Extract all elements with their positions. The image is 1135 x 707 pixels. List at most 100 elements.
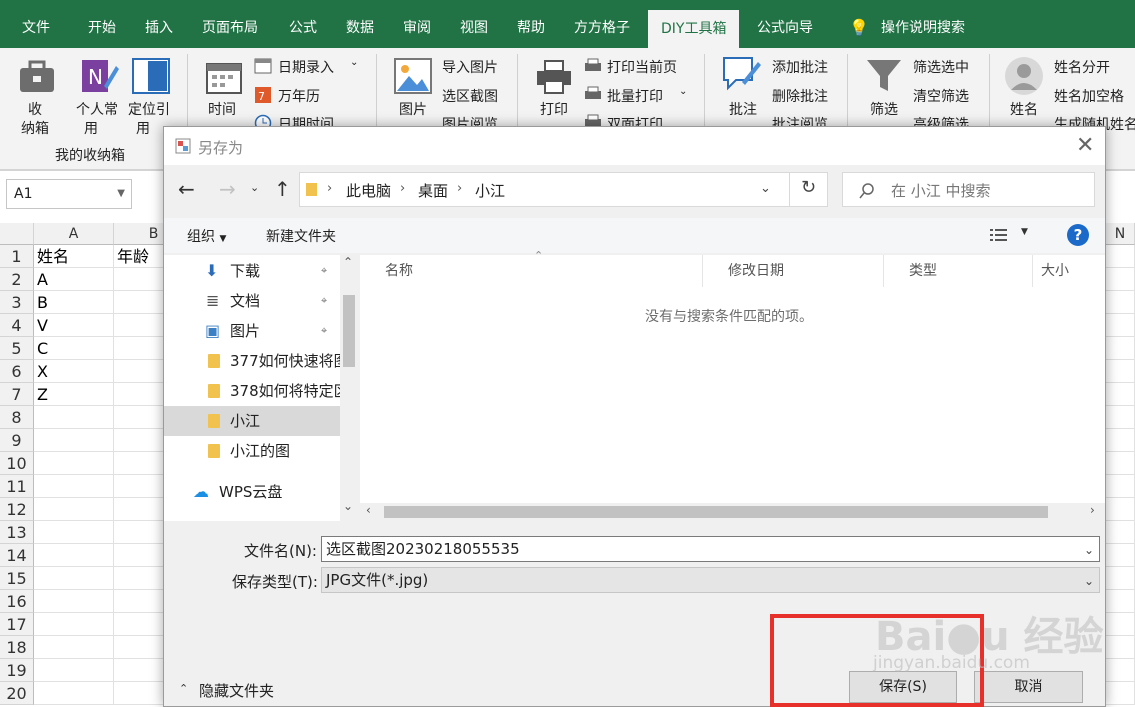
hide-folders-button[interactable]: 隐藏文件夹: [199, 680, 274, 701]
forward-arrow-icon[interactable]: →: [219, 177, 236, 201]
row-header[interactable]: 6: [0, 360, 34, 383]
cell-a[interactable]: [34, 429, 114, 452]
print-current-button[interactable]: 打印当前页: [607, 57, 677, 77]
cell-n[interactable]: [1106, 544, 1135, 567]
locate-ref-label-1[interactable]: 定位引: [128, 99, 170, 119]
breadcrumb-desktop[interactable]: 桌面: [418, 180, 448, 201]
row-header[interactable]: 18: [0, 636, 34, 659]
tab-insert[interactable]: 插入: [145, 0, 173, 48]
row-header[interactable]: 11: [0, 475, 34, 498]
chevron-down-icon[interactable]: ⌄: [1084, 569, 1094, 593]
view-options-icon[interactable]: [990, 228, 1008, 242]
tab-formulas[interactable]: 公式: [289, 0, 317, 48]
cell-a[interactable]: [34, 613, 114, 636]
nav-item[interactable]: ⬇ 下载 ⌖: [164, 256, 340, 286]
address-bar[interactable]: › 此电脑 › 桌面 › 小江 ⌄: [299, 172, 828, 207]
picture-button[interactable]: 图片: [399, 99, 427, 119]
filter-button[interactable]: 筛选: [870, 99, 898, 119]
row-header[interactable]: 2: [0, 268, 34, 291]
chevron-up-icon[interactable]: ⌃: [179, 682, 188, 695]
column-header-a[interactable]: A: [34, 223, 114, 245]
search-box[interactable]: 在 小江 中搜索: [842, 172, 1095, 207]
cell-a[interactable]: Z: [34, 383, 114, 406]
import-picture-button[interactable]: 导入图片: [442, 57, 498, 77]
scrollbar-thumb[interactable]: [384, 506, 1048, 518]
nav-item[interactable]: 小江的图: [164, 436, 340, 466]
nav-item[interactable]: 378如何将特定区: [164, 376, 340, 406]
tab-fangfang[interactable]: 方方格子: [574, 0, 630, 48]
cell-n[interactable]: [1106, 682, 1135, 705]
breadcrumb-this-pc[interactable]: 此电脑: [346, 180, 391, 201]
help-icon[interactable]: ?: [1067, 224, 1089, 246]
cell-n[interactable]: [1106, 636, 1135, 659]
cell-a[interactable]: [34, 682, 114, 705]
row-header[interactable]: 16: [0, 590, 34, 613]
split-name-button[interactable]: 姓名分开: [1054, 57, 1110, 77]
cell-a[interactable]: V: [34, 314, 114, 337]
cell-n[interactable]: [1106, 521, 1135, 544]
cell-a[interactable]: [34, 567, 114, 590]
name-add-space-button[interactable]: 姓名加空格: [1054, 86, 1124, 106]
cell-n[interactable]: [1106, 291, 1135, 314]
nav-scrollbar[interactable]: ⌃ ⌄: [340, 255, 358, 521]
scroll-right-icon[interactable]: ›: [1090, 503, 1095, 517]
locate-ref-label-2[interactable]: 用: [136, 118, 150, 138]
chevron-down-icon[interactable]: ⌄: [1084, 538, 1094, 562]
tab-help[interactable]: 帮助: [517, 0, 545, 48]
time-button[interactable]: 时间: [208, 99, 236, 119]
tab-page-layout[interactable]: 页面布局: [202, 0, 258, 48]
cell-n[interactable]: [1106, 360, 1135, 383]
row-header[interactable]: 10: [0, 452, 34, 475]
row-header[interactable]: 19: [0, 659, 34, 682]
nav-item[interactable]: 377如何快速将图: [164, 346, 340, 376]
cancel-button[interactable]: 取消: [974, 671, 1083, 703]
cell-a[interactable]: [34, 521, 114, 544]
tab-home[interactable]: 开始: [88, 0, 116, 48]
filter-selected-button[interactable]: 筛选选中: [913, 57, 969, 77]
scrollbar-thumb[interactable]: [343, 295, 355, 367]
cell-n[interactable]: [1106, 475, 1135, 498]
row-header[interactable]: 12: [0, 498, 34, 521]
row-header[interactable]: 20: [0, 682, 34, 705]
cell-a[interactable]: [34, 659, 114, 682]
comment-button[interactable]: 批注: [729, 99, 757, 119]
back-arrow-icon[interactable]: ←: [178, 177, 195, 201]
selection-capture-button[interactable]: 选区截图: [442, 86, 498, 106]
add-comment-button[interactable]: 添加批注: [772, 57, 828, 77]
tab-data[interactable]: 数据: [346, 0, 374, 48]
nav-item[interactable]: ☁ WPS云盘: [164, 477, 340, 507]
cell-a[interactable]: [34, 406, 114, 429]
cell-a[interactable]: A: [34, 268, 114, 291]
tell-me-search[interactable]: 操作说明搜索: [881, 0, 965, 48]
cell-a[interactable]: X: [34, 360, 114, 383]
up-arrow-icon[interactable]: ↑: [274, 177, 291, 201]
personal-common-label-1[interactable]: 个人常: [76, 99, 118, 119]
chevron-down-icon[interactable]: ⌄: [760, 181, 771, 196]
tab-view[interactable]: 视图: [460, 0, 488, 48]
filetype-select[interactable]: JPG文件(*.jpg) ⌄: [321, 567, 1100, 593]
cell-n[interactable]: [1106, 406, 1135, 429]
scroll-left-icon[interactable]: ‹: [366, 503, 371, 517]
cell-n[interactable]: [1106, 383, 1135, 406]
column-size[interactable]: 大小: [1033, 255, 1105, 287]
new-folder-button[interactable]: 新建文件夹: [266, 226, 336, 246]
personal-common-label-2[interactable]: 用: [84, 118, 98, 138]
column-type[interactable]: 类型: [884, 255, 1033, 287]
clear-filter-button[interactable]: 清空筛选: [913, 86, 969, 106]
cell-a[interactable]: C: [34, 337, 114, 360]
recent-locations-icon[interactable]: ⌄: [250, 181, 259, 194]
chevron-right-icon[interactable]: ›: [400, 181, 405, 196]
row-header[interactable]: 3: [0, 291, 34, 314]
refresh-button[interactable]: ↻: [789, 172, 829, 207]
row-header[interactable]: 14: [0, 544, 34, 567]
cell-a[interactable]: [34, 636, 114, 659]
tab-file[interactable]: 文件: [22, 0, 50, 48]
batch-print-button[interactable]: 批量打印: [607, 86, 663, 106]
cell-a[interactable]: [34, 544, 114, 567]
organize-button[interactable]: 组织 ▼: [187, 226, 226, 246]
select-all-corner[interactable]: [0, 223, 34, 245]
chevron-right-icon[interactable]: ›: [457, 181, 462, 196]
row-header[interactable]: 7: [0, 383, 34, 406]
cell-n[interactable]: [1106, 567, 1135, 590]
scroll-up-icon[interactable]: ⌃: [343, 255, 353, 269]
